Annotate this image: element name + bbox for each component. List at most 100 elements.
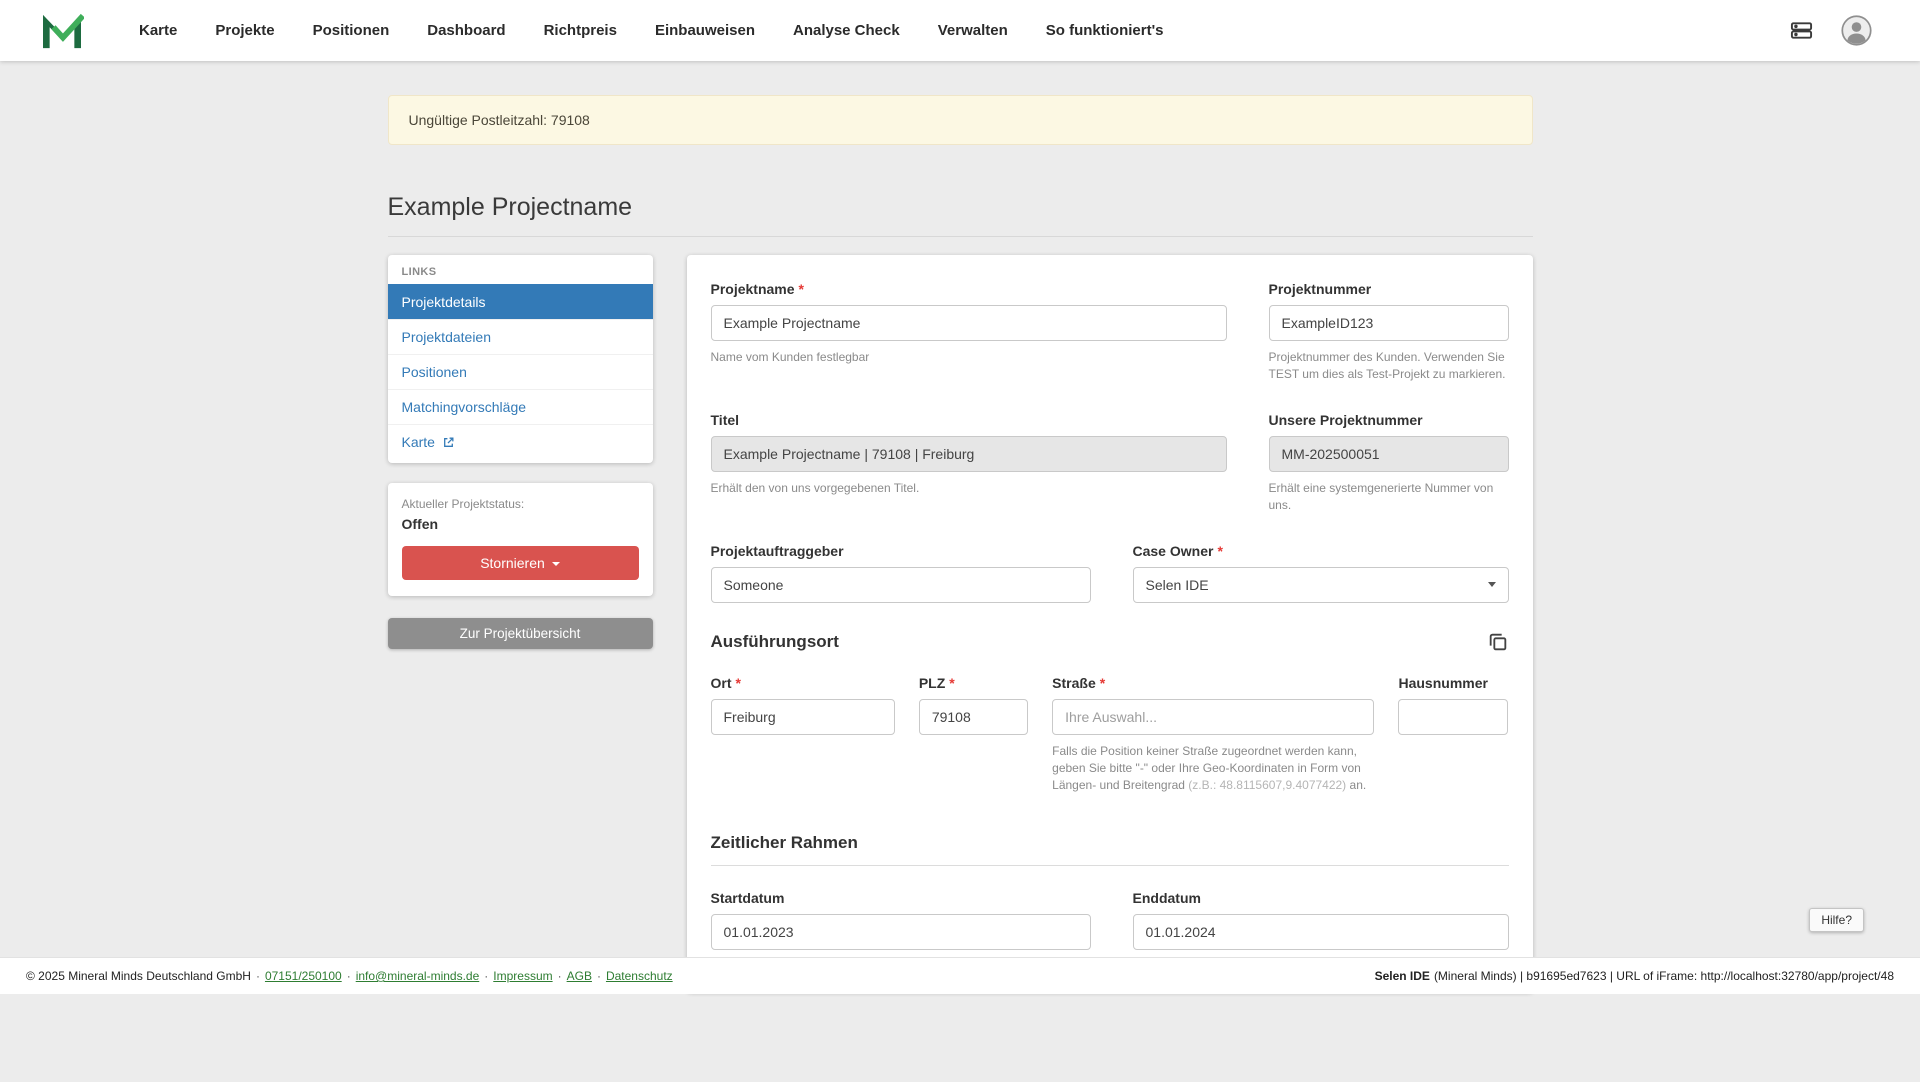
footer-user-name: Selen IDE xyxy=(1375,969,1430,983)
enddatum-input[interactable] xyxy=(1133,914,1509,950)
stornieren-button-label: Stornieren xyxy=(480,555,545,571)
projektauftraggeber-label: Projektauftraggeber xyxy=(711,543,1091,559)
plz-label-text: PLZ xyxy=(919,675,945,691)
startdatum-input[interactable] xyxy=(711,914,1091,950)
hausnummer-label: Hausnummer xyxy=(1398,675,1508,691)
sidebar: LINKS Projektdetails Projektdateien Posi… xyxy=(388,255,653,649)
nav-item-einbauweisen[interactable]: Einbauweisen xyxy=(655,22,755,39)
ort-label: Ort* xyxy=(711,675,895,691)
footer-left: © 2025 Mineral Minds Deutschland GmbH · 07… xyxy=(26,969,673,983)
stornieren-button[interactable]: Stornieren xyxy=(402,546,639,580)
nav-item-richtpreis[interactable]: Richtpreis xyxy=(544,22,617,39)
footer-separator: · xyxy=(597,969,601,983)
plz-label: PLZ* xyxy=(919,675,1028,691)
ort-label-text: Ort xyxy=(711,675,732,691)
projektnummer-input[interactable] xyxy=(1269,305,1509,341)
case-owner-label: Case Owner* xyxy=(1133,543,1509,559)
case-owner-label-text: Case Owner xyxy=(1133,543,1214,559)
ort-input[interactable] xyxy=(711,699,895,735)
unsere-projektnummer-label: Unsere Projektnummer xyxy=(1269,412,1509,428)
projektname-input[interactable] xyxy=(711,305,1227,341)
titel-label: Titel xyxy=(711,412,1227,428)
project-details-form: Projektname* Name vom Kunden festlegbar … xyxy=(687,255,1533,992)
footer-separator: · xyxy=(347,969,351,983)
sidebar-item-karte[interactable]: Karte xyxy=(388,424,653,459)
ausfuehrungsort-heading: Ausführungsort xyxy=(711,632,839,652)
projektname-help: Name vom Kunden festlegbar xyxy=(711,349,1227,366)
main-navigation: Karte Projekte Positionen Dashboard Rich… xyxy=(139,22,1164,39)
case-owner-selected-value: Selen IDE xyxy=(1146,577,1209,593)
help-button[interactable]: Hilfe? xyxy=(1809,908,1864,932)
titel-input xyxy=(711,436,1227,472)
project-status-value: Offen xyxy=(402,516,639,532)
sidebar-item-matchingvorschlaege[interactable]: Matchingvorschläge xyxy=(388,389,653,424)
strasse-input[interactable] xyxy=(1052,699,1374,735)
impressum-link[interactable]: Impressum xyxy=(493,969,552,983)
projektauftraggeber-input[interactable] xyxy=(711,567,1091,603)
nav-item-dashboard[interactable]: Dashboard xyxy=(427,22,505,39)
unsere-projektnummer-input xyxy=(1269,436,1509,472)
strasse-label-text: Straße xyxy=(1052,675,1096,691)
required-marker: * xyxy=(1217,543,1222,559)
required-marker: * xyxy=(1100,675,1105,691)
footer-session-info: Selen IDE (Mineral Minds) | b91695ed7623 … xyxy=(1375,969,1894,983)
strasse-label: Straße* xyxy=(1052,675,1374,691)
case-owner-select[interactable]: Selen IDE xyxy=(1133,567,1509,603)
footer-separator: · xyxy=(484,969,488,983)
projektname-label-text: Projektname xyxy=(711,281,795,297)
title-divider xyxy=(388,236,1533,237)
page-container: Ungültige Postleitzahl: 79108 Example Pr… xyxy=(388,95,1533,1082)
sidebar-item-karte-label: Karte xyxy=(402,434,435,450)
plz-input[interactable] xyxy=(919,699,1028,735)
project-status-card: Aktueller Projektstatus: Offen Storniere… xyxy=(388,483,653,596)
nav-item-projekte[interactable]: Projekte xyxy=(215,22,274,39)
sidebar-links-card: LINKS Projektdetails Projektdateien Posi… xyxy=(388,255,653,463)
footer: © 2025 Mineral Minds Deutschland GmbH · 07… xyxy=(0,957,1920,994)
sidebar-item-positionen[interactable]: Positionen xyxy=(388,354,653,389)
datenschutz-link[interactable]: Datenschutz xyxy=(606,969,673,983)
sidebar-item-projektdetails[interactable]: Projektdetails xyxy=(388,284,653,319)
unsere-projektnummer-help: Erhält eine systemgenerierte Nummer von … xyxy=(1269,480,1509,515)
strasse-help-example: (z.B.: 48.8115607,9.4077422) xyxy=(1188,778,1346,792)
nav-item-karte[interactable]: Karte xyxy=(139,22,177,39)
agb-link[interactable]: AGB xyxy=(567,969,592,983)
page-title: Example Projectname xyxy=(388,193,1533,222)
mineral-minds-logo[interactable] xyxy=(40,12,84,50)
sidebar-item-projektdateien[interactable]: Projektdateien xyxy=(388,319,653,354)
copy-icon[interactable] xyxy=(1487,631,1509,653)
phone-link[interactable]: 07151/250100 xyxy=(265,969,342,983)
chevron-down-icon xyxy=(552,562,560,566)
projektnummer-label: Projektnummer xyxy=(1269,281,1509,297)
required-marker: * xyxy=(736,675,741,691)
user-avatar[interactable] xyxy=(1841,15,1872,46)
required-marker: * xyxy=(949,675,954,691)
footer-separator: · xyxy=(256,969,260,983)
nav-item-analyse-check[interactable]: Analyse Check xyxy=(793,22,900,39)
top-navbar: Karte Projekte Positionen Dashboard Rich… xyxy=(0,0,1920,61)
projektnummer-help: Projektnummer des Kunden. Verwenden Sie … xyxy=(1269,349,1509,384)
copyright-text: © 2025 Mineral Minds Deutschland GmbH xyxy=(26,969,251,983)
zeitlicher-rahmen-heading: Zeitlicher Rahmen xyxy=(711,833,1509,866)
nav-item-verwalten[interactable]: Verwalten xyxy=(938,22,1008,39)
back-to-projects-button[interactable]: Zur Projektübersicht xyxy=(388,618,653,649)
strasse-help: Falls die Position keiner Straße zugeord… xyxy=(1052,743,1374,795)
footer-separator: · xyxy=(558,969,562,983)
postcode-warning-alert: Ungültige Postleitzahl: 79108 xyxy=(388,95,1533,145)
strasse-help-suffix: an. xyxy=(1350,778,1367,792)
logo-icon xyxy=(40,12,84,50)
email-link[interactable]: info@mineral-minds.de xyxy=(356,969,480,983)
titel-help: Erhält den von uns vorgegebenen Titel. xyxy=(711,480,1227,497)
project-status-label: Aktueller Projektstatus: xyxy=(402,497,639,511)
external-link-icon xyxy=(442,436,455,449)
required-marker: * xyxy=(799,281,804,297)
links-header: LINKS xyxy=(388,255,653,284)
startdatum-label: Startdatum xyxy=(711,890,1091,906)
hausnummer-input[interactable] xyxy=(1398,699,1508,735)
enddatum-label: Enddatum xyxy=(1133,890,1509,906)
nav-item-positionen[interactable]: Positionen xyxy=(313,22,390,39)
server-icon[interactable] xyxy=(1788,19,1815,42)
footer-session-details: (Mineral Minds) | b91695ed7623 | URL of … xyxy=(1434,969,1894,983)
projektname-label: Projektname* xyxy=(711,281,1227,297)
chevron-down-icon xyxy=(1488,582,1496,587)
nav-item-so-funktionierts[interactable]: So funktioniert's xyxy=(1046,22,1164,39)
